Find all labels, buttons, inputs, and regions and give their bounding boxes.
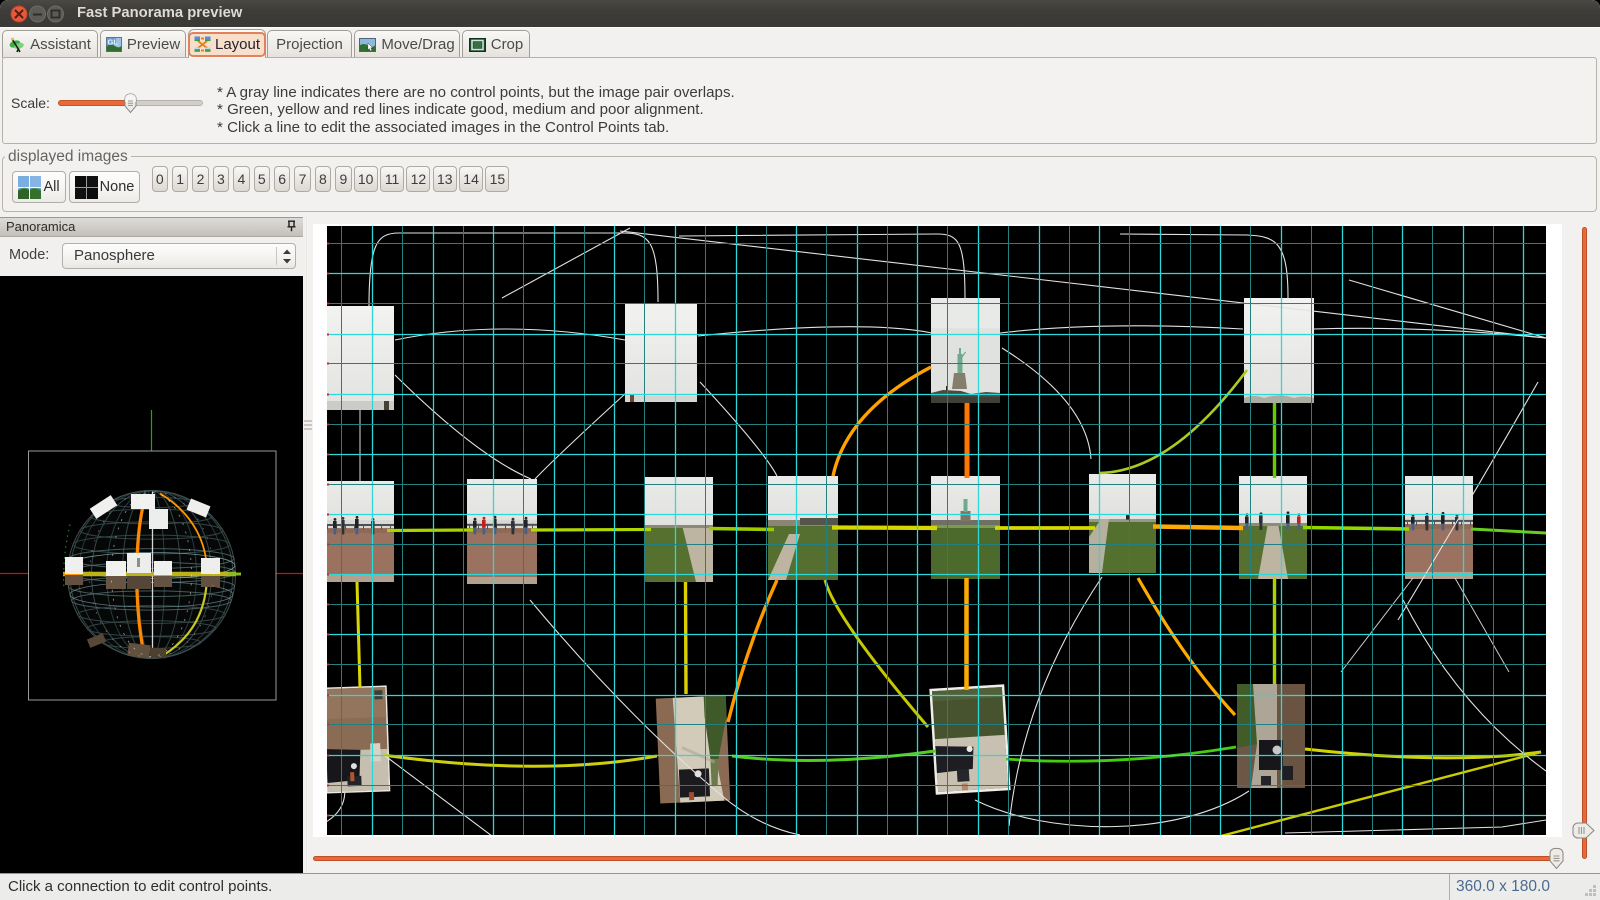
svg-text:GL: GL [107,38,118,47]
